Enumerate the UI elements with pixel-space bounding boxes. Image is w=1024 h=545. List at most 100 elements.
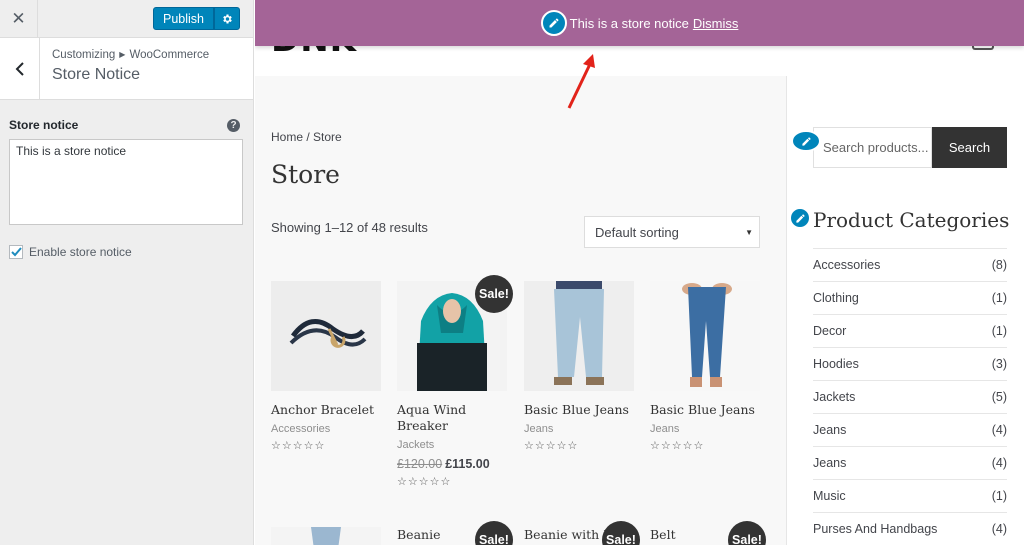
category-count: (1)	[991, 291, 1007, 305]
product-name[interactable]: Basic Blue Jeans	[650, 402, 760, 418]
category-name[interactable]: Jeans	[813, 456, 846, 470]
list-item[interactable]: Hoodies (3)	[813, 347, 1007, 380]
sale-price: £115.00	[445, 457, 490, 471]
rating-stars: ☆☆☆☆☆	[524, 440, 579, 452]
product-image[interactable]	[650, 281, 760, 391]
category-name[interactable]: Decor	[813, 324, 846, 338]
product-image[interactable]	[524, 281, 634, 391]
help-icon[interactable]: ?	[227, 118, 240, 132]
product-name[interactable]: Beanie with L	[524, 527, 614, 543]
product-card[interactable]: Sale! Beanie	[397, 521, 513, 545]
pencil-icon[interactable]	[791, 130, 821, 152]
list-item[interactable]: Music (1)	[813, 479, 1007, 512]
product-image[interactable]	[271, 527, 381, 545]
dismiss-link[interactable]: Dismiss	[693, 16, 739, 31]
sidebar-widgets: Search products... Search Product Catego…	[786, 76, 1024, 545]
sale-badge: Sale!	[602, 521, 640, 545]
pencil-icon[interactable]	[789, 207, 811, 229]
site-header: DNK	[255, 42, 1024, 76]
list-item[interactable]: Jeans (4)	[813, 446, 1007, 479]
category-count: (5)	[991, 390, 1007, 404]
category-count: (3)	[991, 357, 1007, 371]
list-item[interactable]: Jackets (5)	[813, 380, 1007, 413]
section-controls: Store notice ? This is a store notice En…	[0, 100, 253, 259]
list-item[interactable]: Clothing (1)	[813, 281, 1007, 314]
product-category: Accessories	[271, 423, 331, 435]
customizer-sidebar: ✕ Publish Customizing ▶ WooCommerce Store …	[0, 0, 254, 545]
sale-badge: Sale!	[728, 521, 766, 545]
enable-notice-row: Enable store notice	[9, 245, 243, 259]
product-image[interactable]	[271, 281, 381, 391]
list-item[interactable]: Jeans (4)	[813, 413, 1007, 446]
store-notice-textarea[interactable]: This is a store notice	[9, 139, 243, 225]
section-title: Store Notice	[52, 66, 141, 83]
section-title-block: Customizing ▶ WooCommerce Store Notice	[40, 38, 209, 99]
product-card[interactable]: Anchor Bracelet Accessories ☆☆☆☆☆	[271, 281, 381, 452]
section-header: Customizing ▶ WooCommerce Store Notice	[0, 38, 253, 100]
rating-stars: ☆☆☆☆☆	[650, 440, 705, 452]
category-count: (4)	[991, 456, 1007, 470]
category-name[interactable]: Music	[813, 489, 846, 503]
old-price: £120.00	[397, 457, 443, 471]
annotation-arrow-icon	[567, 54, 595, 109]
rating-stars: ☆☆☆☆☆	[397, 476, 452, 488]
search-input[interactable]: Search products...	[813, 127, 932, 168]
store-notice-text: This is a store notice	[569, 15, 689, 31]
breadcrumb: Home / Store	[271, 130, 342, 144]
list-item[interactable]: Decor (1)	[813, 314, 1007, 347]
category-count: (4)	[991, 522, 1007, 536]
product-card[interactable]: Sale! Belt	[650, 521, 766, 545]
pencil-icon[interactable]	[540, 10, 567, 36]
chevron-left-icon[interactable]	[0, 38, 40, 99]
category-count: (1)	[991, 324, 1007, 338]
customizer-breadcrumb: Customizing ▶ WooCommerce	[52, 49, 209, 61]
sort-selected-value: Default sorting	[595, 224, 679, 240]
breadcrumb-current: Store	[313, 130, 342, 144]
category-name[interactable]: Hoodies	[813, 357, 859, 371]
enable-notice-label: Enable store notice	[29, 245, 132, 259]
close-icon[interactable]: ✕	[0, 0, 38, 38]
site-preview: This is a store notice Dismiss DNK Home …	[255, 0, 1024, 545]
field-label-row: Store notice ?	[9, 118, 243, 132]
sale-badge: Sale!	[475, 521, 513, 545]
search-button[interactable]: Search	[932, 127, 1007, 168]
product-card[interactable]: Sale! Aqua Wind Breaker Jackets £120.00 £…	[397, 275, 513, 488]
enable-notice-checkbox[interactable]	[9, 245, 23, 259]
category-count: (8)	[991, 258, 1007, 272]
categories-list: Accessories (8) Clothing (1) Decor (1) Hood…	[813, 248, 1007, 545]
product-name[interactable]: Anchor Bracelet	[271, 402, 381, 418]
product-card[interactable]: Basic Blue Jeans Jeans ☆☆☆☆☆	[650, 281, 760, 452]
category-name[interactable]: Clothing	[813, 291, 859, 305]
list-item[interactable]: Purses And Handbags (4)	[813, 512, 1007, 545]
chevron-down-icon: ▼	[745, 228, 753, 237]
page-title: Store	[271, 160, 340, 189]
product-name[interactable]: Basic Blue Jeans	[524, 402, 634, 418]
product-category: Jeans	[650, 423, 680, 435]
product-card[interactable]	[271, 527, 381, 545]
product-category: Jeans	[524, 423, 554, 435]
product-category: Jackets	[397, 439, 435, 451]
category-name[interactable]: Accessories	[813, 258, 880, 272]
product-price: £120.00 £115.00	[397, 457, 507, 471]
sort-select[interactable]: Default sorting ▼	[584, 216, 760, 248]
category-name[interactable]: Jeans	[813, 423, 846, 437]
category-name[interactable]: Jackets	[813, 390, 855, 404]
list-item[interactable]: Accessories (8)	[813, 248, 1007, 281]
product-card[interactable]: Basic Blue Jeans Jeans ☆☆☆☆☆	[524, 281, 634, 452]
product-card[interactable]: Sale! Beanie with L	[524, 521, 640, 545]
triangle-right-icon: ▶	[119, 50, 126, 59]
store-notice-bar: This is a store notice Dismiss	[255, 0, 1024, 46]
breadcrumb-root: Customizing	[52, 49, 116, 61]
category-name[interactable]: Purses And Handbags	[813, 522, 937, 536]
breadcrumb-home[interactable]: Home	[271, 130, 303, 144]
breadcrumb-parent: WooCommerce	[129, 49, 210, 61]
gear-icon[interactable]	[214, 7, 240, 30]
store-notice-label: Store notice	[9, 118, 79, 132]
publish-button[interactable]: Publish	[153, 7, 214, 30]
breadcrumb-separator: /	[303, 130, 314, 144]
publish-group: Publish	[153, 7, 240, 30]
product-name[interactable]: Aqua Wind Breaker	[397, 402, 507, 434]
category-count: (1)	[991, 489, 1007, 503]
category-count: (4)	[991, 423, 1007, 437]
categories-title: Product Categories	[813, 208, 1010, 232]
